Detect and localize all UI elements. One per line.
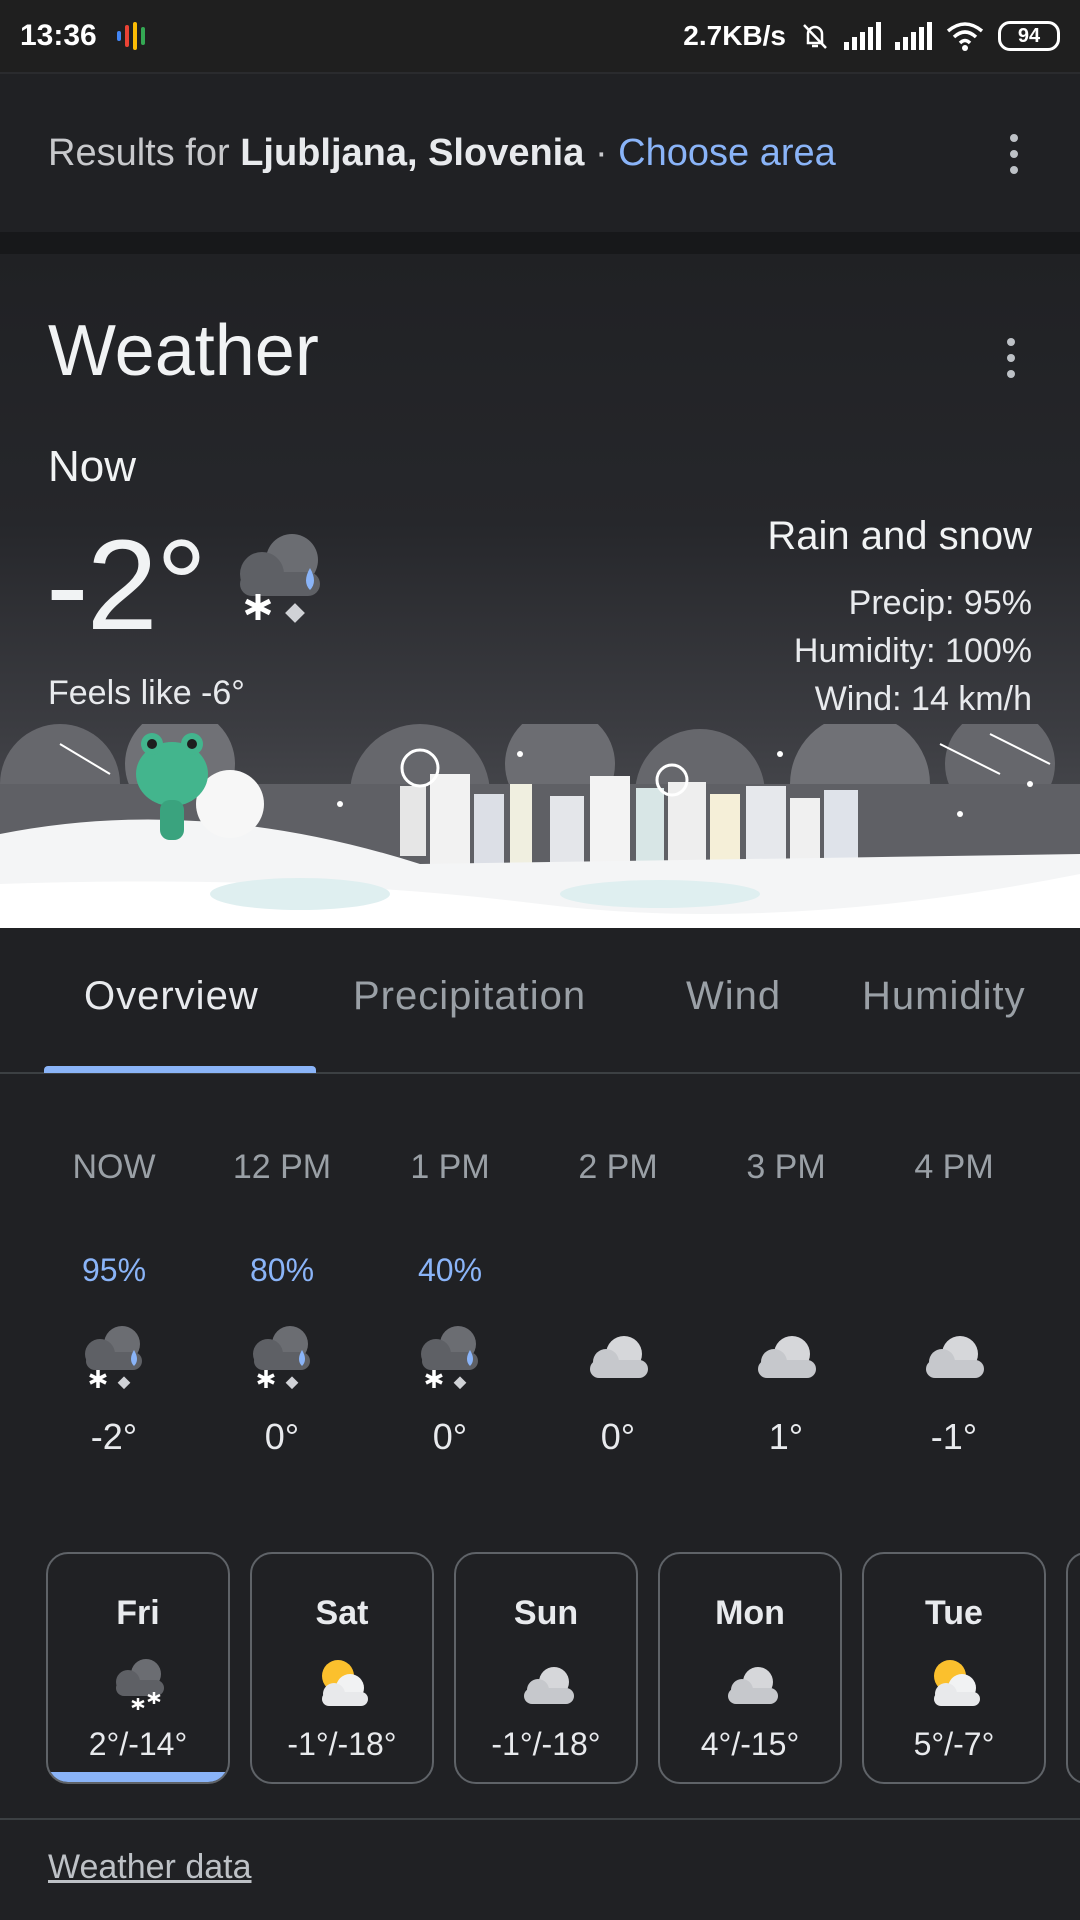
battery-level: 94 bbox=[1017, 24, 1041, 47]
day-card-sat[interactable]: Sat -1°/-18° bbox=[250, 1552, 434, 1784]
hour-temp: 1° bbox=[768, 1416, 804, 1457]
wifi-icon bbox=[946, 22, 984, 51]
weather-condition: Rain and snow bbox=[767, 514, 1032, 558]
current-temperature: -2° bbox=[46, 514, 207, 657]
bell-off-icon bbox=[803, 24, 827, 49]
choose-area-link[interactable]: Choose area bbox=[618, 132, 836, 174]
hour-time: 4 PM bbox=[914, 1148, 994, 1186]
weather-title: Weather bbox=[48, 311, 319, 391]
rain-snow-icon bbox=[421, 1326, 478, 1390]
cloudy-icon bbox=[590, 1336, 648, 1378]
more-options-icon[interactable] bbox=[1009, 134, 1019, 174]
precip-value: Precip: 95% bbox=[848, 584, 1032, 622]
results-prefix: Results for bbox=[48, 132, 230, 174]
hour-time: 12 PM bbox=[232, 1148, 332, 1186]
hour-temp: -2° bbox=[90, 1416, 138, 1457]
cloudy-icon bbox=[524, 1667, 574, 1704]
active-tab-indicator bbox=[44, 1066, 316, 1073]
hour-temp: 0° bbox=[264, 1416, 300, 1457]
hour-time: 1 PM bbox=[410, 1148, 490, 1186]
day-temps: 2°/-14° bbox=[88, 1726, 188, 1762]
status-bar: 13:36 2.7KB/s 94 bbox=[0, 0, 1080, 72]
hour-temp: 0° bbox=[600, 1416, 636, 1457]
day-temps: 4°/-15° bbox=[700, 1726, 800, 1762]
battery-icon: 94 bbox=[998, 21, 1060, 51]
rain-snow-icon bbox=[253, 1326, 310, 1390]
hour-temp: -1° bbox=[930, 1416, 978, 1457]
now-label: Now bbox=[48, 442, 137, 491]
day-temps: -1°/-18° bbox=[491, 1726, 601, 1762]
day-name: Fri bbox=[116, 1594, 160, 1632]
weather-more-options-icon[interactable] bbox=[1006, 338, 1016, 378]
hour-time: 3 PM bbox=[746, 1148, 826, 1186]
results-separator: · bbox=[594, 132, 608, 174]
partly-cloudy-icon bbox=[934, 1660, 980, 1706]
hour-precip: 95% bbox=[81, 1252, 147, 1288]
weather-card: Weather Now -2° Feels like -6° Rain and … bbox=[0, 254, 1080, 928]
tab-overview[interactable]: Overview bbox=[84, 974, 259, 1019]
assistant-icon bbox=[116, 22, 145, 50]
cloudy-icon bbox=[758, 1336, 816, 1378]
section-divider bbox=[0, 232, 1080, 254]
partly-cloudy-icon bbox=[322, 1660, 368, 1706]
day-temps: 5°/-7° bbox=[913, 1726, 995, 1762]
results-location-text: Results for Ljubljana, Slovenia · Choose… bbox=[48, 132, 836, 175]
snow-icon bbox=[116, 1659, 164, 1710]
hour-time: 2 PM bbox=[578, 1148, 658, 1186]
rain-snow-icon bbox=[85, 1326, 142, 1390]
results-location: Ljubljana, Slovenia bbox=[240, 132, 585, 174]
status-time: 13:36 bbox=[20, 19, 97, 52]
wind-value: Wind: 14 km/h bbox=[814, 680, 1032, 718]
network-speed: 2.7KB/s bbox=[683, 20, 786, 51]
footer-divider bbox=[0, 1818, 1080, 1820]
results-header: Results for Ljubljana, Slovenia · Choose… bbox=[0, 72, 1080, 232]
hourly-forecast: NOW 95% -2° 12 PM 80% 0° 1 PM 40% 0° 2 P… bbox=[0, 1076, 1080, 1476]
day-name: Sun bbox=[513, 1594, 579, 1632]
hour-precip: 40% bbox=[417, 1252, 483, 1288]
weather-tabs: Overview Precipitation Wind Humidity bbox=[0, 928, 1080, 1074]
day-name: Tue bbox=[925, 1594, 983, 1632]
signal-roaming-icon bbox=[895, 22, 932, 50]
tab-humidity[interactable]: Humidity bbox=[862, 974, 1026, 1019]
day-card-tue[interactable]: Tue 5°/-7° bbox=[862, 1552, 1046, 1784]
weather-data-link[interactable]: Weather data bbox=[48, 1848, 252, 1887]
hour-precip: 80% bbox=[249, 1252, 315, 1288]
day-card-mon[interactable]: Mon 4°/-15° bbox=[658, 1552, 842, 1784]
feels-like: Feels like -6° bbox=[48, 674, 245, 712]
day-name: Mon bbox=[715, 1594, 785, 1632]
signal-icon bbox=[844, 22, 881, 50]
day-card-fri[interactable]: Fri 2°/-14° bbox=[46, 1552, 230, 1784]
selected-day-indicator bbox=[48, 1772, 228, 1782]
hour-time: NOW bbox=[72, 1148, 156, 1186]
cloudy-icon bbox=[728, 1667, 778, 1704]
weather-illustration bbox=[0, 724, 1080, 928]
cloudy-icon bbox=[926, 1336, 984, 1378]
tab-wind[interactable]: Wind bbox=[686, 974, 781, 1019]
day-name: Sat bbox=[315, 1594, 369, 1632]
rain-snow-icon bbox=[240, 534, 320, 623]
day-card-sun[interactable]: Sun -1°/-18° bbox=[454, 1552, 638, 1784]
day-temps: -1°/-18° bbox=[287, 1726, 397, 1762]
day-card-partial[interactable] bbox=[1066, 1552, 1080, 1784]
tab-precipitation[interactable]: Precipitation bbox=[353, 974, 586, 1019]
humidity-value: Humidity: 100% bbox=[793, 632, 1032, 670]
hour-temp: 0° bbox=[432, 1416, 468, 1457]
